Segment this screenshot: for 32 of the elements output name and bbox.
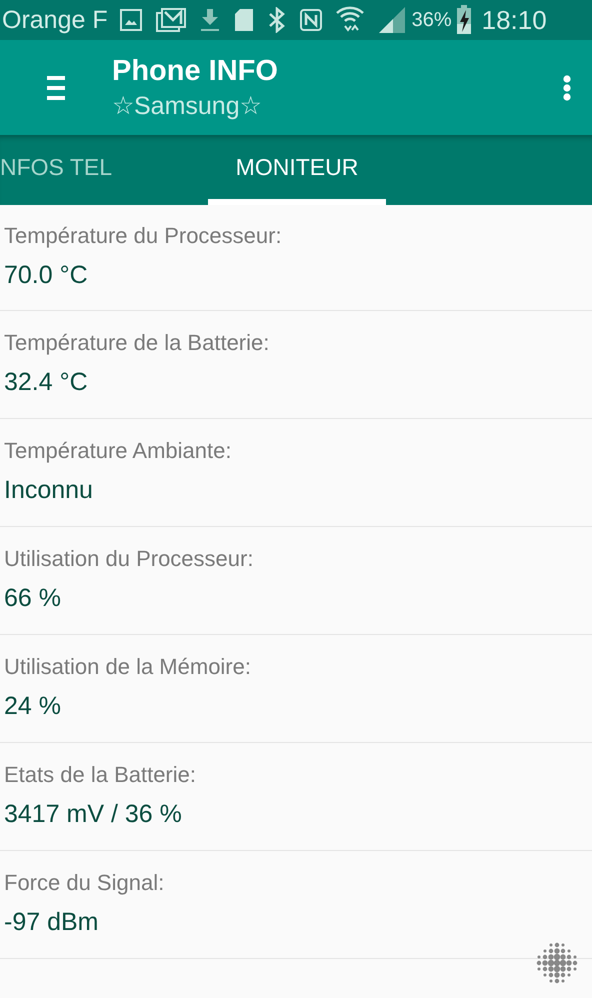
field-value: 66 % — [4, 583, 62, 614]
battery-charging-icon — [456, 5, 472, 35]
download-icon — [200, 8, 220, 32]
field-label: Température Ambiante: — [4, 437, 232, 465]
field-value: 32.4 °C — [4, 367, 89, 398]
carrier-name: Orange F — [2, 6, 108, 34]
bluetooth-icon — [268, 7, 286, 33]
field-value: 24 % — [4, 691, 62, 722]
field-label: Force du Signal: — [4, 869, 166, 897]
field-value: Inconnu — [4, 475, 94, 506]
dot-grid-icon[interactable] — [534, 940, 580, 986]
field-label: Utilisation de la Mémoire: — [4, 653, 252, 681]
more-icon — [563, 74, 571, 100]
field-value: -97 dBm — [4, 907, 100, 938]
sd-card-icon — [234, 8, 254, 32]
menu-icon — [47, 76, 65, 100]
field-label: Température du Processeur: — [4, 222, 283, 250]
tab[interactable]: NFOS TEL — [0, 135, 208, 205]
image-icon — [120, 9, 142, 31]
field-label: Etats de la Batterie: — [4, 761, 197, 789]
battery-percent: 36% — [412, 8, 452, 32]
clock-time: 18:10 — [482, 4, 547, 36]
mail-icon — [156, 8, 186, 32]
field-value: 70.0 °C — [4, 260, 89, 291]
app-title: Phone INFO — [112, 54, 279, 88]
tab[interactable]: MONITEUR — [208, 135, 386, 205]
device-subtitle: ☆Samsung☆ — [112, 90, 263, 122]
field-value: 3417 mV / 36 % — [4, 799, 183, 830]
field-label: Utilisation du Processeur: — [4, 545, 254, 573]
signal-icon — [378, 6, 406, 34]
field-label: Température de la Batterie: — [4, 329, 270, 357]
nfc-icon — [300, 9, 322, 31]
